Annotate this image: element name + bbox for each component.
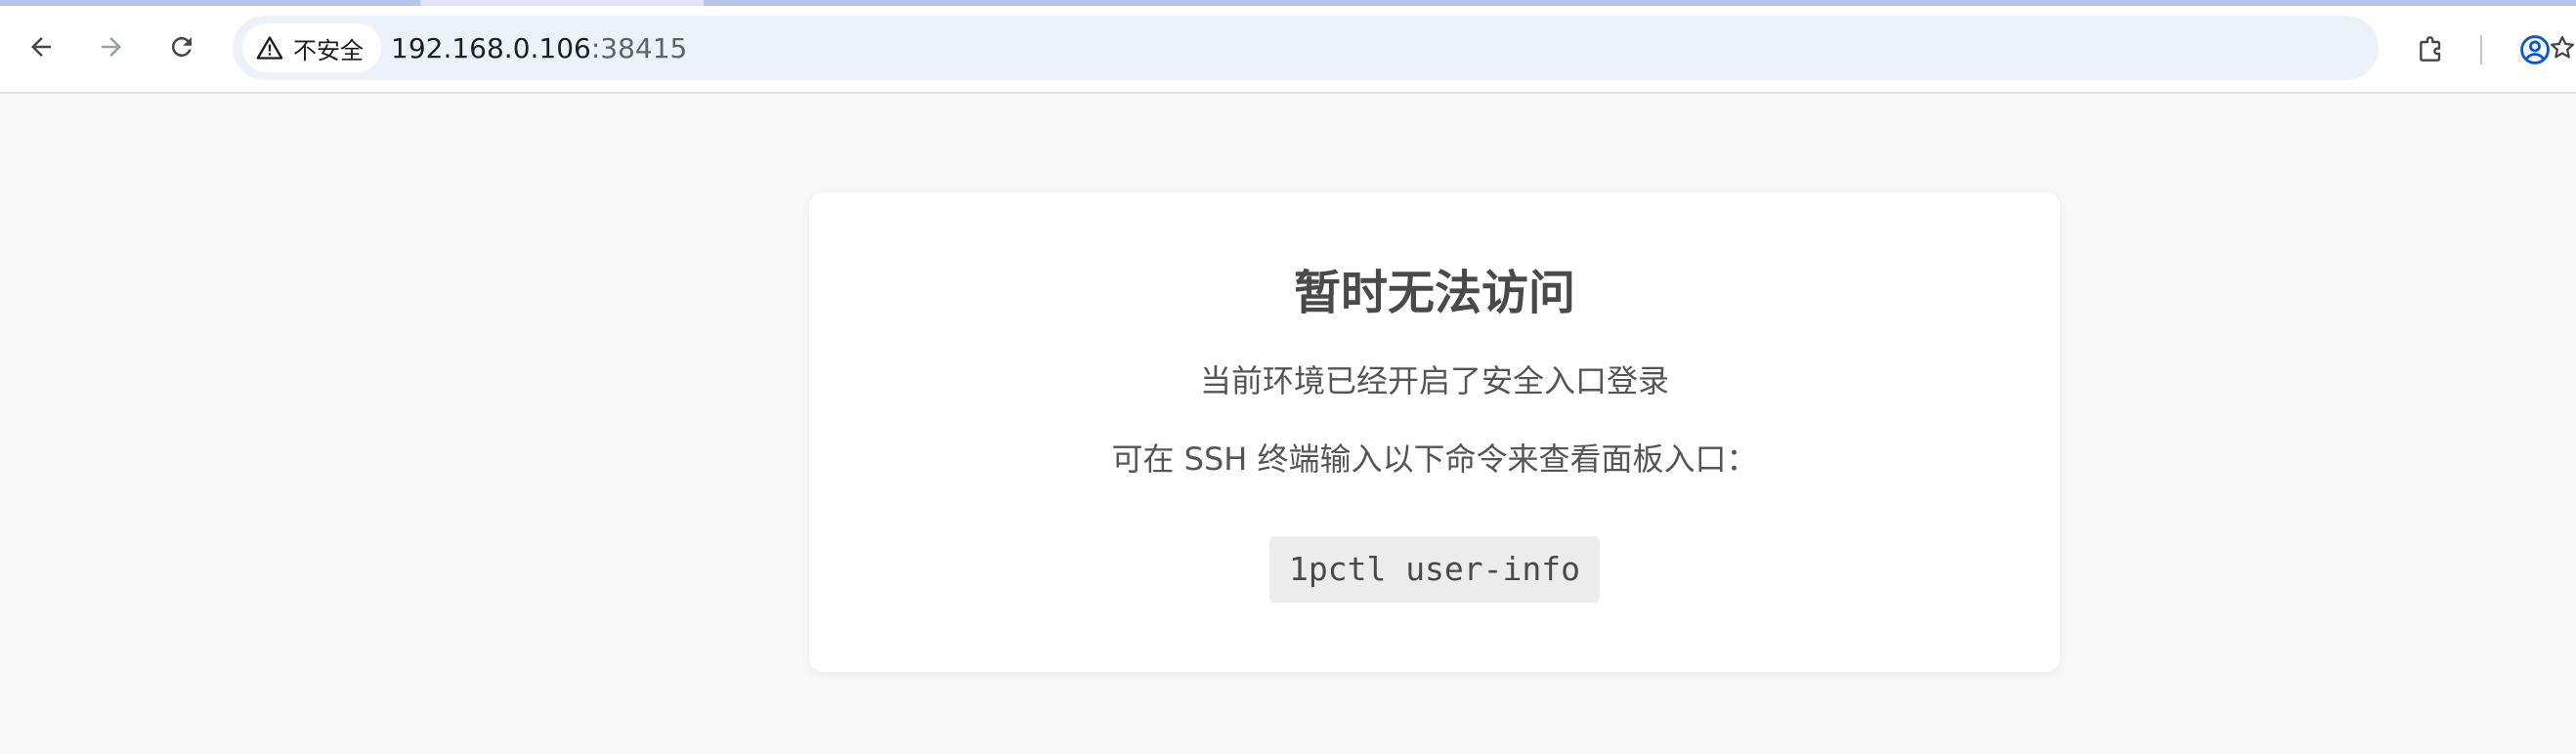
address-bar[interactable]: 不安全 192.168.0.106:38415 [233, 16, 2574, 80]
forward-button[interactable] [88, 23, 135, 70]
reload-icon [171, 36, 192, 57]
page-title: 暂时无法访问 [1293, 266, 1575, 320]
extensions-button[interactable] [2408, 26, 2455, 73]
toolbar-divider [2480, 35, 2482, 64]
profile-button[interactable] [2512, 26, 2558, 73]
hint-message: 可在 SSH 终端输入以下命令来查看面板入口： [1111, 440, 1758, 478]
account-circle-icon [2520, 35, 2550, 64]
status-message: 当前环境已经开启了安全入口登录 [1199, 362, 1669, 399]
reload-button[interactable] [158, 23, 205, 70]
back-button[interactable] [18, 23, 64, 70]
security-indicator[interactable]: 不安全 [242, 23, 381, 72]
arrow-right-icon [102, 37, 121, 57]
arrow-left-icon [31, 37, 51, 57]
puzzle-icon [2420, 36, 2441, 62]
command-container: 1pctl user-info [809, 536, 2060, 603]
url-field[interactable]: 192.168.0.106:38415 [391, 16, 687, 80]
security-label: 不安全 [293, 36, 364, 64]
browser-toolbar: 不安全 192.168.0.106:38415 [0, 6, 2576, 94]
url-port: :38415 [590, 31, 688, 64]
command-snippet[interactable]: 1pctl user-info [1268, 536, 1600, 603]
url-host: 192.168.0.106 [391, 31, 591, 64]
warning-triangle-icon [256, 36, 283, 60]
access-denied-card: 暂时无法访问 当前环境已经开启了安全入口登录 可在 SSH 终端输入以下命令来查… [809, 192, 2060, 672]
